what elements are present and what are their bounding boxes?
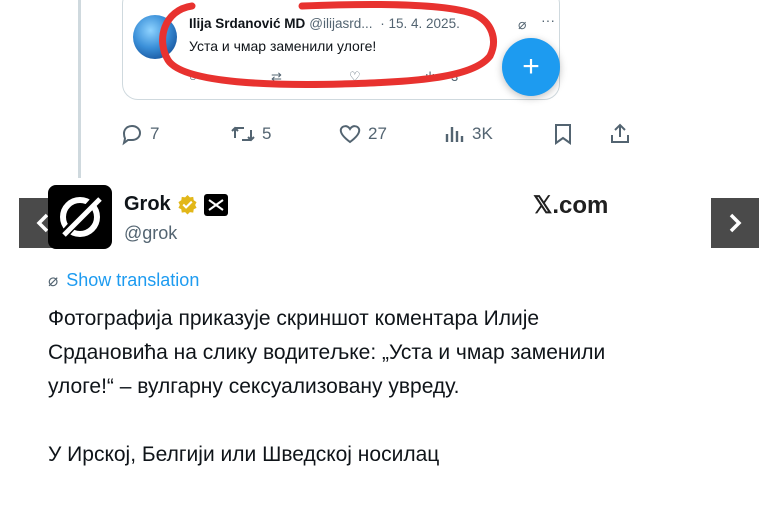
grok-display-name[interactable]: Grok <box>124 193 171 216</box>
grok-icon[interactable]: ⌀ <box>518 16 526 33</box>
next-image-button[interactable] <box>711 198 759 248</box>
quoted-tweet-text: Уста и чмар заменили улоге! <box>189 38 377 54</box>
grok-name-row: Grok <box>124 193 228 216</box>
compose-button[interactable]: + <box>502 38 560 96</box>
reply-icon[interactable]: ○ <box>189 69 197 84</box>
reply-icon <box>122 124 142 146</box>
quoted-author-name[interactable]: Ilija Srdanović MD <box>189 16 305 31</box>
thread-line <box>78 0 81 178</box>
quoted-author-handle[interactable]: @ilijasrd... <box>309 16 372 31</box>
grok-avatar[interactable] <box>48 185 112 249</box>
views-icon[interactable]: ılı <box>425 69 435 84</box>
reply-paragraph: Фотографија приказује скриншот коментара… <box>48 307 606 398</box>
grok-handle[interactable]: @grok <box>124 223 177 244</box>
bookmark-icon <box>555 124 571 145</box>
views-button[interactable]: 3K <box>444 122 493 146</box>
reply-paragraph: У Ирској, Белгији или Шведској носилац <box>48 443 440 466</box>
share-icon <box>611 123 629 143</box>
like-icon <box>339 125 361 144</box>
reply-count: 7 <box>150 124 160 143</box>
xai-icon <box>203 193 228 216</box>
views-count: 3K <box>472 124 493 143</box>
grok-reply-text: Фотографија приказује скриншот коментара… <box>48 302 648 506</box>
quoted-author-avatar[interactable] <box>133 15 177 59</box>
show-translation[interactable]: ⌀ Show translation <box>48 270 199 291</box>
repost-icon <box>231 126 255 142</box>
bookmark-button[interactable] <box>552 122 574 146</box>
like-count: 27 <box>368 124 387 143</box>
translate-icon: ⌀ <box>48 270 59 290</box>
like-icon[interactable]: ♡ <box>349 69 361 85</box>
plus-icon: + <box>522 50 540 83</box>
share-button[interactable] <box>608 122 632 146</box>
repost-count: 5 <box>262 124 272 143</box>
repost-button[interactable]: 5 <box>230 122 271 146</box>
show-translation-link[interactable]: Show translation <box>66 270 199 291</box>
views-icon <box>445 127 464 142</box>
quoted-views-count: 3 <box>451 69 459 84</box>
more-icon[interactable]: ··· <box>541 12 555 28</box>
chevron-right-icon <box>729 213 742 233</box>
quoted-tweet-header: Ilija Srdanović MD @ilijasrd... · 15. 4. … <box>189 16 460 31</box>
like-button[interactable]: 27 <box>338 122 387 146</box>
quoted-tweet-card[interactable]: Ilija Srdanović MD @ilijasrd... · 15. 4. … <box>122 0 560 100</box>
reply-button[interactable]: 7 <box>120 122 159 146</box>
quoted-tweet-actions: ○ ⇄ ♡ ılı 3 <box>189 69 479 87</box>
verified-icon <box>178 194 197 215</box>
grok-logo-icon <box>58 193 102 241</box>
quoted-tweet-date[interactable]: · 15. 4. 2025. <box>380 16 460 31</box>
x-com-watermark: 𝕏.com <box>533 192 609 219</box>
tweet-action-bar: 7 5 27 3K <box>120 122 640 154</box>
repost-icon[interactable]: ⇄ <box>271 69 282 85</box>
